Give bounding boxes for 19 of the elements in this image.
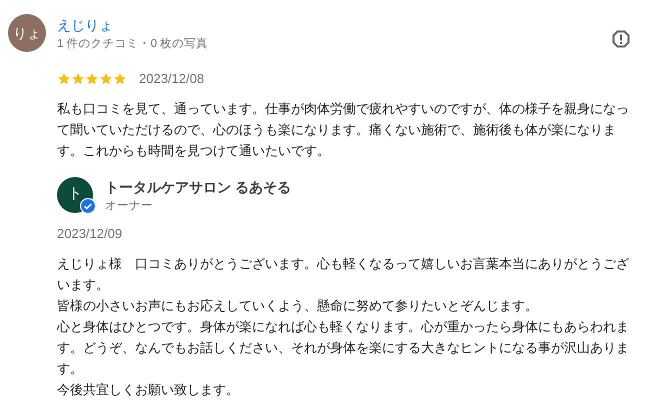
star-icon <box>99 72 113 86</box>
reply-paragraph: 皆様の小さいお声にもお応えしていくよう、懸命に努めて参りたいとぞんじます。 <box>57 297 539 315</box>
star-icon <box>85 72 99 86</box>
reply-paragraph: 心と身体はひとつです。身体が楽になれば心も軽くなります。心が重かったら身体にもあらわれます。どうぞ、なんでもお話しください、それが身体を楽にする大きなヒントになる事が沢山あります。 <box>57 318 630 378</box>
reply-paragraph: 今後共宜しくお願い致します。 <box>57 381 240 399</box>
review-text: 私も口コミを見て、通っています。仕事が肉体労働で疲れやすいのですが、体の様子を親身になって聞いていただけるので、心のほうも楽になります。痛くない施術で、施術後も体が楽になります。これからも時間を見つけて通いたいです。 <box>57 100 630 160</box>
star-icon <box>57 72 71 86</box>
reply-paragraph: えじりょ様 口コミありがとうございます。心も軽くなるって嬉しいお言葉本当にありがとうございます。 <box>57 255 630 294</box>
reply-date: 2023/12/09 <box>57 224 124 242</box>
owner-name: トータルケアサロン るあそる <box>105 178 291 196</box>
review-date: 2023/12/08 <box>139 70 204 88</box>
author-meta: 1 件のクチコミ・0 枚の写真 <box>57 36 208 52</box>
report-icon[interactable] <box>612 30 630 48</box>
avatar[interactable]: りょ <box>8 14 46 52</box>
star-icon <box>113 72 127 86</box>
author-name[interactable]: えじりょ <box>57 16 208 34</box>
star-icon <box>71 72 85 86</box>
owner-role: オーナー <box>105 198 154 214</box>
owner-avatar: ト <box>57 176 93 212</box>
